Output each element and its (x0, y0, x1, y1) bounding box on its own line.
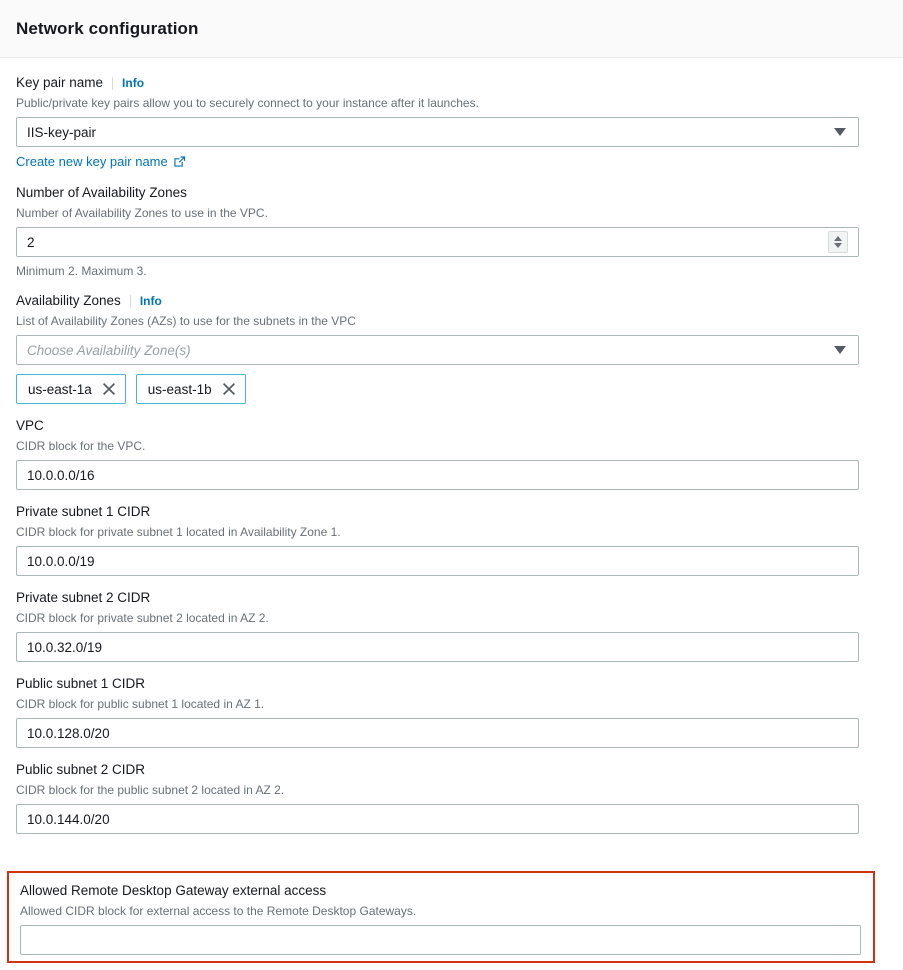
key-pair-value: IIS-key-pair (27, 124, 97, 140)
token-availability-zone[interactable]: us-east-1b (135, 374, 246, 404)
stepper-down-icon[interactable] (834, 243, 842, 248)
private-subnet-1-value: 10.0.0.0/19 (27, 553, 95, 569)
private-subnet-2-value: 10.0.32.0/19 (27, 639, 103, 655)
private-subnet-2-label: Private subnet 2 CIDR (16, 590, 151, 605)
private-subnet-1-description: CIDR block for private subnet 1 located … (16, 525, 341, 539)
field-allowed-rdgw-external-access: Allowed Remote Desktop Gateway external … (7, 871, 875, 963)
key-pair-label: Key pair name (16, 75, 104, 90)
private-subnet-1-label-row: Private subnet 1 CIDR (16, 503, 887, 521)
az-count-hint: Minimum 2. Maximum 3. (16, 264, 147, 278)
key-pair-select[interactable]: IIS-key-pair (16, 117, 859, 147)
az-count-label: Number of Availability Zones (16, 185, 187, 200)
stepper-up-icon[interactable] (834, 236, 842, 241)
public-subnet-1-label: Public subnet 1 CIDR (16, 676, 146, 691)
private-subnet-1-input[interactable]: 10.0.0.0/19 (16, 546, 859, 576)
key-pair-description: Public/private key pairs allow you to se… (16, 96, 479, 110)
public-subnet-2-description: CIDR block for the public subnet 2 locat… (16, 783, 285, 797)
panel-header: Network configuration (0, 0, 903, 58)
field-private-subnet-1-cidr: Private subnet 1 CIDR CIDR block for pri… (16, 503, 887, 576)
close-icon[interactable] (102, 382, 116, 396)
vpc-label: VPC (16, 418, 44, 433)
create-new-key-pair-link[interactable]: Create new key pair name (16, 154, 186, 169)
token-availability-zone[interactable]: us-east-1a (16, 374, 126, 404)
availability-zones-description: List of Availability Zones (AZs) to use … (16, 314, 356, 328)
field-public-subnet-2-cidr: Public subnet 2 CIDR CIDR block for the … (16, 761, 887, 834)
chevron-down-icon (834, 346, 846, 354)
availability-zones-label-row: Availability Zones Info (16, 292, 887, 310)
public-subnet-2-label: Public subnet 2 CIDR (16, 762, 146, 777)
public-subnet-2-label-row: Public subnet 2 CIDR (16, 761, 887, 779)
vpc-description: CIDR block for the VPC. (16, 439, 146, 453)
key-pair-info-link[interactable]: Info (122, 74, 144, 92)
rdgw-description: Allowed CIDR block for external access t… (20, 904, 417, 918)
az-count-description: Number of Availability Zones to use in t… (16, 206, 268, 220)
availability-zones-placeholder: Choose Availability Zone(s) (27, 342, 191, 358)
az-count-label-row: Number of Availability Zones (16, 184, 887, 202)
quantity-stepper[interactable] (828, 231, 848, 253)
vpc-cidr-input[interactable]: 10.0.0.0/16 (16, 460, 859, 490)
public-subnet-1-description: CIDR block for public subnet 1 located i… (16, 697, 265, 711)
key-pair-label-row: Key pair name Info (16, 74, 887, 92)
label-separator (129, 294, 131, 308)
availability-zones-multiselect[interactable]: Choose Availability Zone(s) (16, 335, 859, 365)
token-label: us-east-1a (28, 381, 92, 397)
availability-zones-info-link[interactable]: Info (140, 292, 162, 310)
private-subnet-2-description: CIDR block for private subnet 2 located … (16, 611, 269, 625)
form-body: Key pair name Info Public/private key pa… (0, 58, 903, 834)
vpc-cidr-value: 10.0.0.0/16 (27, 467, 95, 483)
rdgw-label-row: Allowed Remote Desktop Gateway external … (20, 882, 861, 900)
label-separator (112, 76, 114, 90)
public-subnet-2-input[interactable]: 10.0.144.0/20 (16, 804, 859, 834)
availability-zones-token-list: us-east-1a us-east-1b (16, 374, 887, 404)
az-count-value: 2 (27, 234, 35, 250)
network-configuration-page: Network configuration Key pair name Info… (0, 0, 903, 970)
token-label: us-east-1b (147, 381, 212, 397)
public-subnet-2-value: 10.0.144.0/20 (27, 811, 110, 827)
field-private-subnet-2-cidr: Private subnet 2 CIDR CIDR block for pri… (16, 589, 887, 662)
chevron-down-icon (834, 128, 846, 136)
page-title: Network configuration (16, 18, 199, 38)
field-vpc: VPC CIDR block for the VPC. 10.0.0.0/16 (16, 417, 887, 490)
vpc-label-row: VPC (16, 417, 887, 435)
external-link-icon (173, 155, 186, 168)
private-subnet-2-label-row: Private subnet 2 CIDR (16, 589, 887, 607)
field-public-subnet-1-cidr: Public subnet 1 CIDR CIDR block for publ… (16, 675, 887, 748)
availability-zones-label: Availability Zones (16, 293, 121, 308)
field-number-of-availability-zones: Number of Availability Zones Number of A… (16, 184, 887, 279)
rdgw-label: Allowed Remote Desktop Gateway external … (20, 883, 327, 898)
public-subnet-1-label-row: Public subnet 1 CIDR (16, 675, 887, 693)
rdgw-cidr-input[interactable] (20, 925, 861, 955)
public-subnet-1-value: 10.0.128.0/20 (27, 725, 110, 741)
public-subnet-1-input[interactable]: 10.0.128.0/20 (16, 718, 859, 748)
az-count-input[interactable]: 2 (16, 227, 859, 257)
close-icon[interactable] (222, 382, 236, 396)
create-key-pair-label: Create new key pair name (16, 154, 168, 169)
private-subnet-1-label: Private subnet 1 CIDR (16, 504, 151, 519)
field-key-pair-name: Key pair name Info Public/private key pa… (16, 74, 887, 171)
private-subnet-2-input[interactable]: 10.0.32.0/19 (16, 632, 859, 662)
field-availability-zones: Availability Zones Info List of Availabi… (16, 292, 887, 404)
